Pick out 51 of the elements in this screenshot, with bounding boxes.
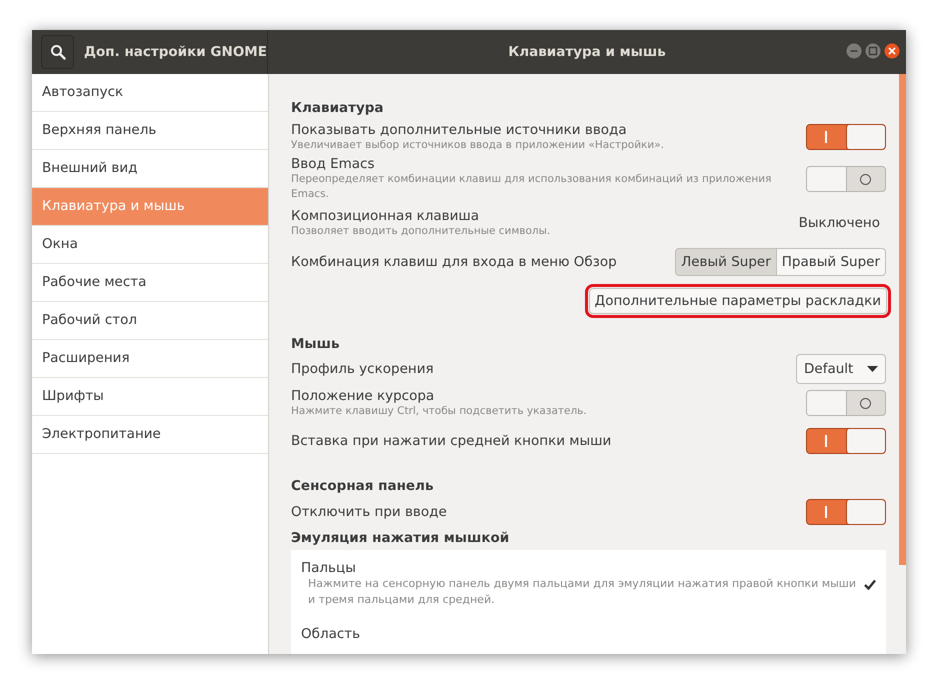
check-icon <box>864 578 876 590</box>
setting-description: Увеличивает выбор источников ввода в приложении «Настройки». <box>291 138 665 152</box>
close-icon <box>884 43 900 59</box>
segment-button[interactable]: Левый Super <box>675 248 777 276</box>
toggle-switch[interactable] <box>806 499 886 525</box>
sidebar-item[interactable]: Рабочий стол <box>32 302 268 340</box>
section-heading: Клавиатура <box>291 100 385 116</box>
setting-label: Положение курсора <box>291 388 436 404</box>
section-heading: Эмуляция нажатия мышкой <box>291 530 510 546</box>
search-icon <box>50 44 66 60</box>
list-option[interactable]: Пальцы Нажмите на сенсорную панель двумя пальцами для эмуляции нажатия правой кнопки мыши и тремя пальцами для средней. <box>301 560 876 608</box>
sidebar-item[interactable]: Расширения <box>32 340 268 378</box>
setting-description: Переопределяет комбинации клавиш для использования комбинаций из приложения Emacs. <box>291 172 772 202</box>
search-button[interactable] <box>41 35 74 69</box>
window-title: Клавиатура и мышь <box>508 44 666 60</box>
sidebar-item[interactable]: Электропитание <box>32 416 268 454</box>
toggle-switch[interactable] <box>806 124 886 150</box>
sidebar-item[interactable]: Шрифты <box>32 378 268 416</box>
setting-label: Ввод Emacs <box>291 156 376 172</box>
sidebar-item[interactable]: Окна <box>32 226 268 264</box>
setting-label: Вставка при нажатии средней кнопки мыши <box>291 433 612 449</box>
option-label: Пальцы <box>301 560 357 576</box>
setting-label: Комбинация клавиш для входа в меню Обзор <box>291 254 618 270</box>
app-title: Доп. настройки GNOME <box>84 44 267 60</box>
setting-label: Показывать дополнительные источники ввода <box>291 122 628 138</box>
setting-label: Композиционная клавиша <box>291 208 480 224</box>
sidebar-item[interactable]: Автозапуск <box>32 74 268 112</box>
sidebar-item[interactable]: Верхняя панель <box>32 112 268 150</box>
section-heading: Мышь <box>291 336 341 352</box>
segment-button[interactable]: Правый Super <box>776 248 886 276</box>
dropdown[interactable]: Default <box>796 354 886 384</box>
toggle-switch[interactable] <box>806 428 886 454</box>
setting-description: Нажмите клавишу Ctrl, чтобы подсветить указатель. <box>291 404 588 418</box>
toggle-switch[interactable] <box>806 166 886 192</box>
minimize-icon <box>846 43 862 59</box>
setting-value: Выключено <box>798 215 881 231</box>
close-button[interactable] <box>884 43 900 59</box>
option-description: Нажмите на сенсорную панель двумя пальцами для эмуляции нажатия правой кнопки мыши и тремя пальцами для средней. <box>307 576 858 608</box>
scrollbar[interactable] <box>899 74 906 565</box>
maximize-icon <box>865 43 881 59</box>
layout-options-button[interactable]: Дополнительные параметры раскладки <box>588 288 887 314</box>
setting-label: Профиль ускорения <box>291 361 435 377</box>
sidebar-item[interactable]: Рабочие места <box>32 264 268 302</box>
section-heading: Сенсорная панель <box>291 478 434 494</box>
option-label: Область <box>301 626 360 642</box>
caret-icon <box>867 366 878 372</box>
setting-label: Отключить при вводе <box>291 504 448 520</box>
toggle-switch[interactable] <box>806 390 886 416</box>
minimize-button[interactable] <box>846 43 862 59</box>
setting-description: Позволяет вводить дополнительные символы. <box>291 224 552 238</box>
list-option[interactable]: Область <box>301 626 876 642</box>
